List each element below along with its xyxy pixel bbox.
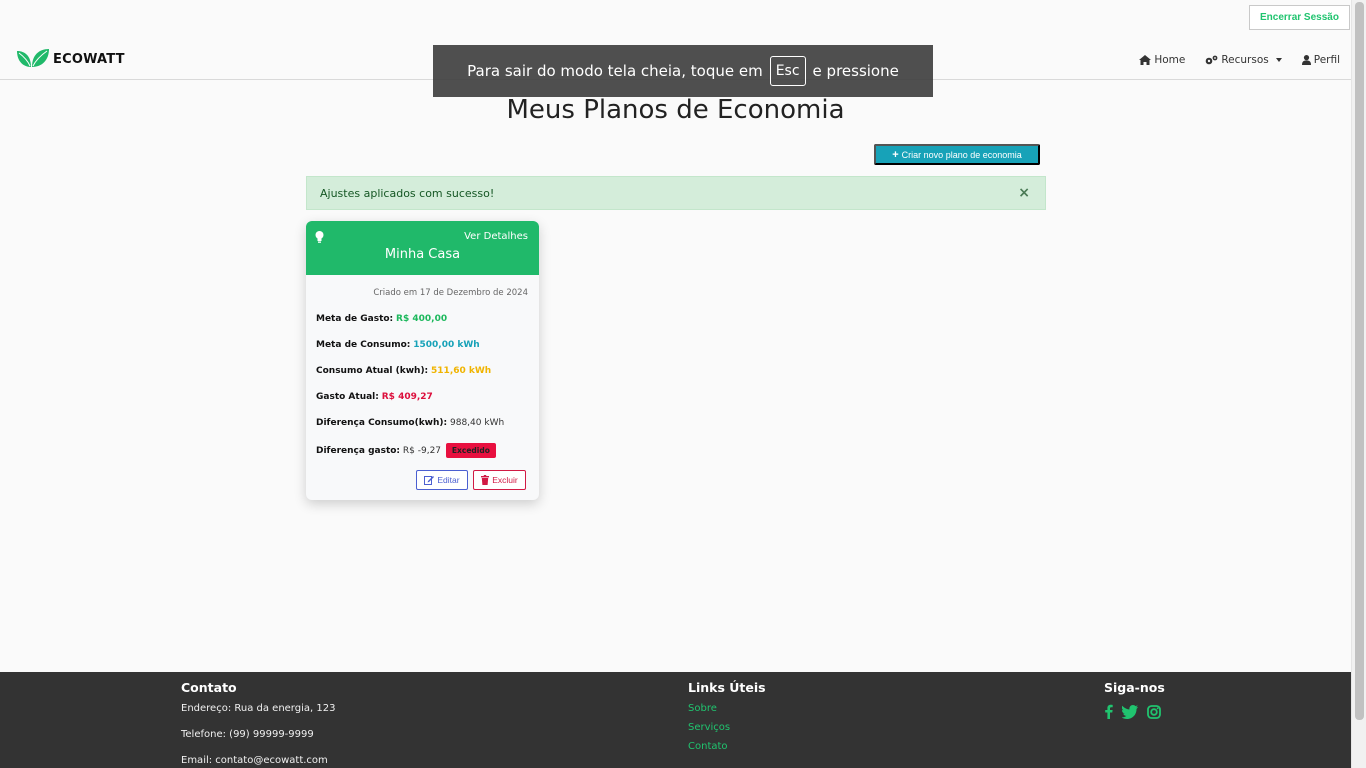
field-value: 988,40 kWh <box>450 418 505 428</box>
fullscreen-notice-text-end: e pressione <box>812 62 899 80</box>
footer: Contato Endereço: Rua da energia, 123 Te… <box>0 672 1351 768</box>
view-details-link[interactable]: Ver Detalhes <box>464 231 528 242</box>
fullscreen-notice-text: Para sair do modo tela cheia, toque em <box>467 62 763 80</box>
brand-name: ECOWATT <box>53 51 125 67</box>
twitter-icon[interactable] <box>1122 704 1138 719</box>
nav-links: Home Recursos Perfil <box>1139 54 1340 66</box>
trash-icon <box>481 475 490 485</box>
gears-icon <box>1206 55 1218 65</box>
footer-phone: Telefone: (99) 99999-9999 <box>181 729 314 740</box>
field-value: 511,60 kWh <box>431 366 492 376</box>
social-links <box>1104 704 1161 719</box>
home-icon <box>1139 55 1152 65</box>
field-label: Diferença Consumo(kwh): <box>316 418 448 428</box>
field-value: 1500,00 kWh <box>413 340 480 350</box>
create-plan-button[interactable]: + Criar novo plano de economia <box>874 144 1040 165</box>
leaf-icon <box>17 49 49 67</box>
lightbulb-icon <box>315 231 324 243</box>
field-label: Consumo Atual (kwh): <box>316 366 429 376</box>
esc-key-label: Esc <box>769 56 806 86</box>
field-current-spending: Gasto Atual: R$ 409,27 <box>316 392 433 402</box>
scrollbar-thumb[interactable] <box>1355 2 1364 720</box>
field-label: Diferença gasto: <box>316 446 401 456</box>
field-label: Meta de Consumo: <box>316 340 411 350</box>
field-value: R$ 400,00 <box>396 314 448 324</box>
logout-button[interactable]: Encerrar Sessão <box>1249 5 1350 30</box>
footer-social-title: Siga-nos <box>1104 680 1165 695</box>
footer-email: Email: contato@ecowatt.com <box>181 755 328 766</box>
brand-logo[interactable]: ECOWATT <box>15 47 125 71</box>
field-value: R$ -9,27 <box>402 446 442 456</box>
alert-message: Ajustes aplicados com sucesso! <box>320 186 495 200</box>
plan-card-header: Ver Detalhes Minha Casa <box>306 221 539 275</box>
field-current-consumption: Consumo Atual (kwh): 511,60 kWh <box>316 366 491 376</box>
nav-profile-label: Perfil <box>1313 54 1340 66</box>
field-consumption-difference: Diferença Consumo(kwh): 988,40 kWh <box>316 418 504 428</box>
footer-link-contact[interactable]: Contato <box>688 741 728 752</box>
user-icon <box>1301 55 1311 65</box>
edit-button[interactable]: Editar <box>416 470 468 490</box>
field-label: Meta de Gasto: <box>316 314 394 324</box>
field-label: Gasto Atual: <box>316 392 379 402</box>
status-badge: Excedido <box>445 443 496 458</box>
delete-label: Excluir <box>492 475 518 485</box>
footer-contact-title: Contato <box>181 680 237 695</box>
edit-label: Editar <box>437 475 460 485</box>
footer-link-about[interactable]: Sobre <box>688 703 717 714</box>
nav-resources-label: Recursos <box>1221 54 1269 66</box>
nav-home[interactable]: Home <box>1139 54 1185 66</box>
page-title: Meus Planos de Economia <box>506 95 845 125</box>
footer-address: Endereço: Rua da energia, 123 <box>181 703 336 714</box>
field-spending-difference: Diferença gasto: R$ -9,27 Excedido <box>316 443 496 458</box>
close-icon[interactable]: × <box>1018 185 1030 201</box>
nav-profile[interactable]: Perfil <box>1301 54 1340 66</box>
field-consumption-goal: Meta de Consumo: 1500,00 kWh <box>316 340 480 350</box>
fullscreen-exit-notice: Para sair do modo tela cheia, toque em E… <box>433 45 933 97</box>
delete-button[interactable]: Excluir <box>473 470 526 490</box>
field-spending-goal: Meta de Gasto: R$ 400,00 <box>316 314 447 324</box>
field-value: R$ 409,27 <box>381 392 433 402</box>
instagram-icon[interactable] <box>1147 704 1161 719</box>
page-scrollbar[interactable] <box>1351 0 1366 768</box>
footer-link-services[interactable]: Serviços <box>688 722 730 733</box>
edit-icon <box>424 476 435 485</box>
chevron-down-icon <box>1275 58 1282 62</box>
plus-icon: + <box>892 148 899 161</box>
plan-card: Ver Detalhes Minha Casa Criado em 17 de … <box>306 221 539 500</box>
footer-links-title: Links Úteis <box>688 680 766 695</box>
plan-created-date: Criado em 17 de Dezembro de 2024 <box>373 288 528 298</box>
create-plan-label: Criar novo plano de economia <box>901 149 1022 160</box>
facebook-icon[interactable] <box>1104 704 1113 719</box>
success-alert: Ajustes aplicados com sucesso! × <box>306 176 1046 210</box>
nav-resources-dropdown[interactable]: Recursos <box>1205 54 1282 66</box>
nav-home-label: Home <box>1154 54 1186 66</box>
plan-title: Minha Casa <box>384 247 461 262</box>
